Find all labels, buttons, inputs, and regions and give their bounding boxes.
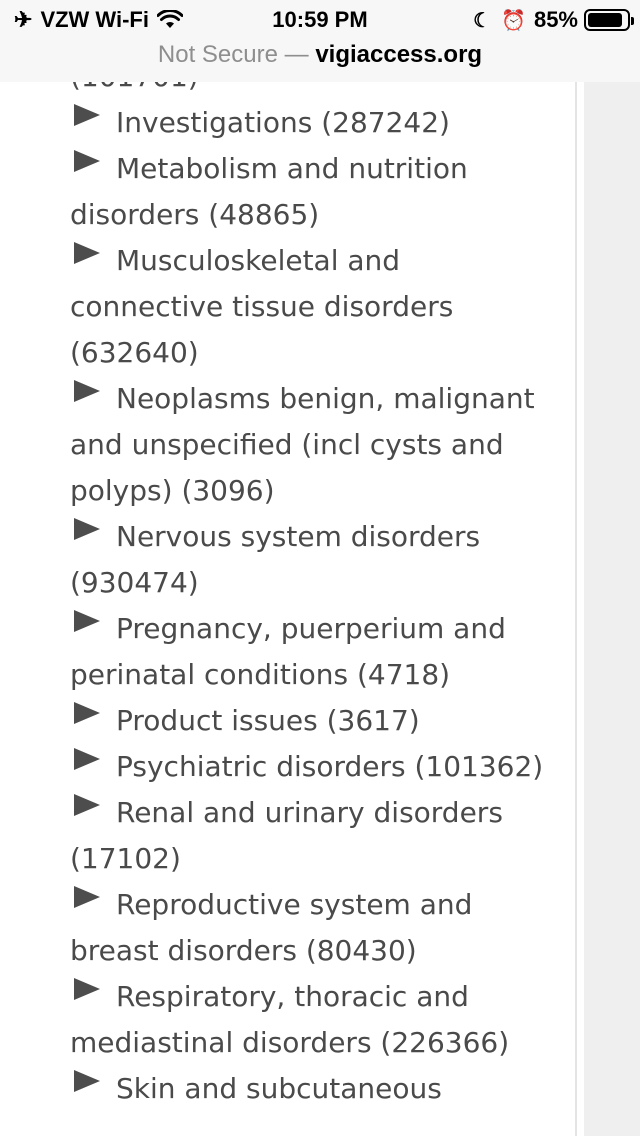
url-domain: vigiaccess.org bbox=[315, 41, 483, 68]
status-right: ☾ ⏰ 85% bbox=[473, 7, 634, 33]
reaction-item[interactable]: Neoplasms benign, malignant and unspecif… bbox=[70, 376, 550, 514]
address-bar[interactable]: Not Secure — vigiaccess.org bbox=[0, 40, 640, 83]
reaction-item[interactable]: Skin and subcutaneous bbox=[70, 1066, 550, 1112]
reaction-label: Neoplasms benign, malignant and unspecif… bbox=[70, 382, 535, 507]
reaction-label: Product issues (3617) bbox=[116, 704, 420, 737]
battery-icon bbox=[584, 9, 634, 31]
reaction-label: Respiratory, thoracic and mediastinal di… bbox=[70, 980, 510, 1059]
expand-triangle-icon[interactable] bbox=[74, 518, 100, 540]
column-divider bbox=[575, 82, 577, 1136]
reaction-label: Skin and subcutaneous bbox=[116, 1072, 442, 1105]
security-label: Not Secure bbox=[157, 41, 278, 68]
expand-triangle-icon[interactable] bbox=[74, 380, 100, 402]
reaction-label: Psychiatric disorders (101362) bbox=[116, 750, 544, 783]
expand-triangle-icon[interactable] bbox=[74, 242, 100, 264]
expand-triangle-icon[interactable] bbox=[74, 748, 100, 770]
expand-triangle-icon[interactable] bbox=[74, 104, 100, 126]
moon-icon: ☾ bbox=[473, 9, 492, 32]
reaction-item[interactable]: Nervous system disorders (930474) bbox=[70, 514, 550, 606]
reaction-label: Renal and urinary disorders (17102) bbox=[70, 796, 503, 875]
phone-screen: ✈ VZW Wi-Fi 10:59 PM ☾ ⏰ 85% Not Secure … bbox=[0, 0, 640, 1136]
url-separator: — bbox=[284, 41, 309, 68]
page-margin bbox=[584, 82, 640, 1136]
reaction-item[interactable]: Musculoskeletal and connective tissue di… bbox=[70, 238, 550, 376]
expand-triangle-icon[interactable] bbox=[74, 1070, 100, 1092]
reaction-label: Investigations (287242) bbox=[116, 106, 450, 139]
status-bar: ✈ VZW Wi-Fi 10:59 PM ☾ ⏰ 85% bbox=[0, 0, 640, 40]
reaction-label: Metabolism and nutrition disorders (4886… bbox=[70, 152, 468, 231]
list-item-partial: (101701) bbox=[70, 82, 550, 100]
expand-triangle-icon[interactable] bbox=[74, 886, 100, 908]
expand-triangle-icon[interactable] bbox=[74, 978, 100, 1000]
reaction-item[interactable]: Pregnancy, puerperium and perinatal cond… bbox=[70, 606, 550, 698]
reaction-item[interactable]: Psychiatric disorders (101362) bbox=[70, 744, 550, 790]
reaction-item[interactable]: Investigations (287242) bbox=[70, 100, 550, 146]
expand-triangle-icon[interactable] bbox=[74, 610, 100, 632]
reaction-label: Pregnancy, puerperium and perinatal cond… bbox=[70, 612, 506, 691]
alarm-icon: ⏰ bbox=[501, 9, 526, 32]
reaction-item[interactable]: Reproductive system and breast disorders… bbox=[70, 882, 550, 974]
reaction-label: Nervous system disorders (930474) bbox=[70, 520, 481, 599]
reaction-item[interactable]: Respiratory, thoracic and mediastinal di… bbox=[70, 974, 550, 1066]
expand-triangle-icon[interactable] bbox=[74, 702, 100, 724]
page-content: (101701) Investigations (287242) Metaboli… bbox=[0, 82, 640, 1136]
expand-triangle-icon[interactable] bbox=[74, 150, 100, 172]
reaction-label: Reproductive system and breast disorders… bbox=[70, 888, 473, 967]
expand-triangle-icon[interactable] bbox=[74, 794, 100, 816]
reaction-item[interactable]: Product issues (3617) bbox=[70, 698, 550, 744]
reaction-label: Musculoskeletal and connective tissue di… bbox=[70, 244, 454, 369]
battery-percent: 85% bbox=[533, 7, 578, 32]
reaction-item[interactable]: Metabolism and nutrition disorders (4886… bbox=[70, 146, 550, 238]
reaction-item[interactable]: Renal and urinary disorders (17102) bbox=[70, 790, 550, 882]
reaction-list: (101701) Investigations (287242) Metaboli… bbox=[70, 82, 550, 1112]
